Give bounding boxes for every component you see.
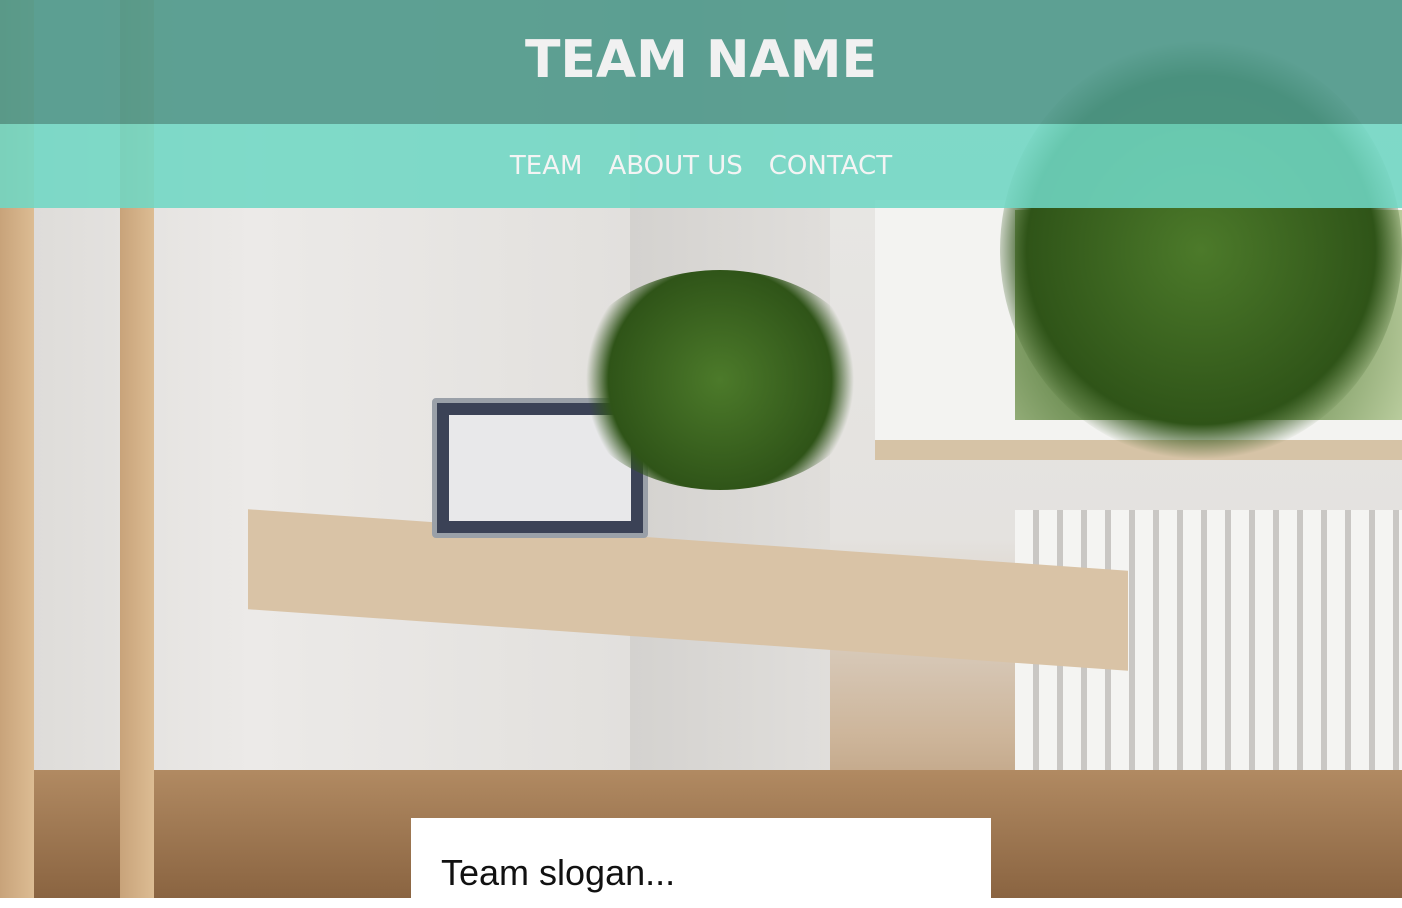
nav-about-us[interactable]: ABOUT US [608, 151, 742, 181]
team-name-title: TEAM NAME [524, 30, 878, 90]
nav-contact[interactable]: CONTACT [769, 151, 892, 181]
team-slogan: Team slogan... [441, 852, 676, 893]
slogan-box: Team slogan... [411, 818, 991, 908]
nav-team[interactable]: TEAM [510, 151, 583, 181]
main-nav: TEAM ABOUT US CONTACT [0, 124, 1402, 208]
site-header: TEAM NAME [0, 0, 1402, 124]
palm-plant [570, 270, 870, 490]
